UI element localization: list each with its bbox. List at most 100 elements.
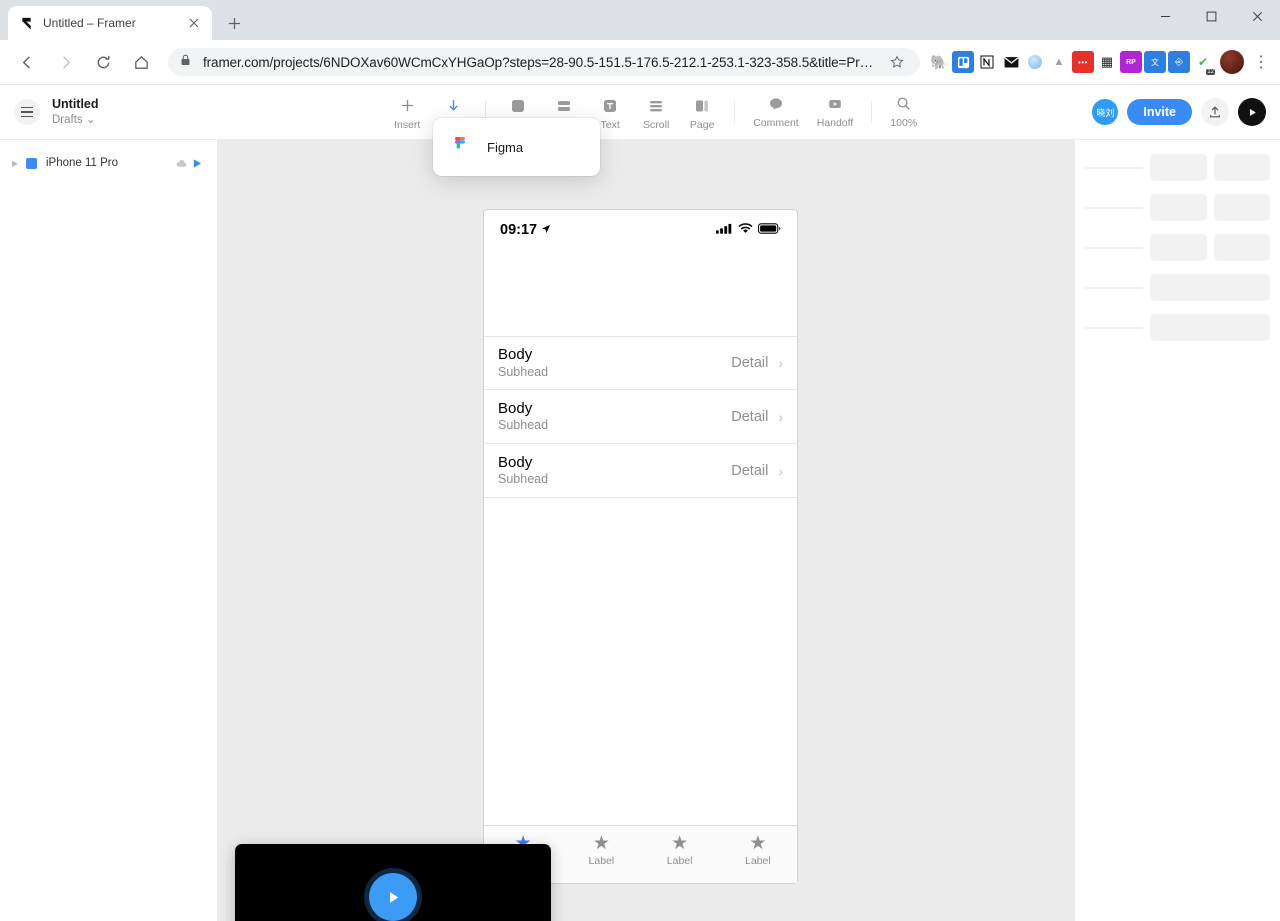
zoom-level-label: 100% [890,116,918,129]
text-icon [603,98,617,114]
battery-full-icon [758,222,781,238]
list-item[interactable]: Body Subhead Detail › [484,390,797,444]
skeleton-row [1085,314,1270,341]
frame-icon [511,98,525,114]
list-item-detail: Detail [731,462,769,479]
layer-item-iphone-11-pro[interactable]: ▶ iPhone 11 Pro [0,150,217,176]
upload-share-icon[interactable] [1201,98,1229,126]
phone-status-bar: 09:17 [484,210,797,250]
toolbar-divider [734,101,736,123]
home-icon[interactable] [126,47,156,77]
document-info: Untitled Drafts ⌄ [0,97,218,127]
extensions-strip: 🐘 ▲ ••• ▦ RP 文 ⎆ ✔ 12 [928,51,1215,75]
lock-icon [180,53,193,71]
close-icon[interactable] [1234,0,1280,32]
notion-extension-icon[interactable] [976,51,998,73]
reload-icon[interactable] [88,47,118,77]
import-dropdown-menu: Figma [433,118,600,176]
skeleton-line [1085,166,1143,169]
browser-toolbar: framer.com/projects/6NDOXav60WCmCxYHGaOp… [0,40,1280,85]
minimize-icon[interactable] [1142,0,1188,32]
cellular-signal-icon [716,222,733,238]
tool-handoff[interactable]: Handoff [808,96,863,129]
invite-button[interactable]: Invite [1127,99,1192,125]
tool-label: Page [689,118,715,131]
skeleton-box [1150,274,1270,301]
browser-tab[interactable]: Untitled – Framer [8,6,212,40]
handoff-icon [828,96,842,112]
tool-scroll[interactable]: Scroll [633,94,679,131]
red-extension-icon[interactable]: ••• [1072,51,1094,73]
evernote-extension-icon[interactable]: 🐘 [928,51,950,73]
toolbar-tools: Insert Import Frame Stack Text [218,94,1092,131]
rp-extension-icon[interactable]: RP [1120,51,1142,73]
skeleton-box [1213,234,1270,261]
stack-icon [557,98,571,114]
tool-label: Insert [394,118,421,131]
close-icon[interactable] [186,15,202,31]
back-arrow-icon[interactable] [12,47,42,77]
maximize-icon[interactable] [1188,0,1234,32]
address-bar[interactable]: framer.com/projects/6NDOXav60WCmCxYHGaOp… [168,48,920,76]
tool-label: Scroll [643,118,670,131]
new-tab-button[interactable] [220,9,248,37]
layers-panel: ▶ iPhone 11 Pro [0,140,218,921]
translate-extension-icon[interactable]: 文 [1144,51,1166,73]
framer-toolbar: Untitled Drafts ⌄ Insert Import Frame [0,85,1280,140]
status-bar-time: 09:17 [500,222,538,238]
star-icon: ★ [749,833,767,854]
tool-insert[interactable]: Insert [384,94,430,131]
tab-bar-item-4[interactable]: ★ Label [719,834,797,867]
skeleton-row [1085,154,1270,181]
wifi-icon [738,222,753,238]
play-flag-icon[interactable] [189,158,205,169]
profile-avatar[interactable] [1220,50,1244,74]
skeleton-box [1213,194,1270,221]
qrcode-extension-icon[interactable]: ▦ [1096,51,1118,73]
tool-comment[interactable]: Comment [744,96,808,129]
skeleton-row [1085,234,1270,261]
tab-bar-item-3[interactable]: ★ Label [641,834,719,867]
avatar[interactable]: 晓刘 [1092,99,1119,125]
import-menu-item-figma[interactable]: Figma [447,134,586,160]
forward-arrow-icon[interactable] [50,47,80,77]
scroll-icon [649,98,663,114]
hamburger-menu-icon[interactable] [14,99,40,125]
mail-extension-icon[interactable] [1000,51,1022,73]
tool-zoom[interactable]: 100% [881,96,926,129]
triangle-extension-icon[interactable]: ▲ [1048,51,1070,73]
kebab-menu-icon[interactable]: ⋮ [1250,52,1272,72]
skeleton-line [1085,286,1143,289]
tab-bar-label: Label [745,855,771,867]
tool-page[interactable]: Page [679,94,725,131]
toolbar-divider [871,101,873,123]
tutorial-video-card[interactable]: Prototype a swipe interaction with Magic… [235,844,551,921]
design-canvas[interactable]: 09:17 Body Subhead Detail › Body Subhead… [218,140,1074,921]
capture-extension-icon[interactable]: ⎆ [1168,51,1190,73]
framer-icon [18,15,34,31]
preview-play-button[interactable] [1238,98,1266,126]
tool-label: Text [600,118,620,131]
window-controls [1142,0,1280,40]
chevron-right-icon: › [778,355,783,371]
cloud-icon[interactable] [173,159,189,168]
trello-extension-icon[interactable] [952,51,974,73]
tab-bar-item-2[interactable]: ★ Label [562,834,640,867]
skeleton-row [1085,274,1270,301]
calendar-extension-icon[interactable]: ✔ 12 [1192,51,1215,75]
play-button[interactable] [364,868,422,921]
list-item-detail: Detail [731,408,769,425]
skeleton-box [1150,234,1207,261]
search-zoom-icon [896,96,911,112]
list-item[interactable]: Body Subhead Detail › [484,444,797,498]
phone-list: Body Subhead Detail › Body Subhead Detai… [484,336,797,498]
globe-extension-icon[interactable] [1024,51,1046,73]
chevron-right-icon[interactable]: ▶ [12,159,26,168]
skeleton-line [1085,326,1143,329]
phone-artboard[interactable]: 09:17 Body Subhead Detail › Body Subhead… [483,209,798,884]
skeleton-box [1150,194,1207,221]
list-item[interactable]: Body Subhead Detail › [484,336,797,390]
document-subtitle[interactable]: Drafts ⌄ [52,113,99,127]
list-item-title: Body [498,346,533,364]
star-outline-icon[interactable] [886,55,908,69]
